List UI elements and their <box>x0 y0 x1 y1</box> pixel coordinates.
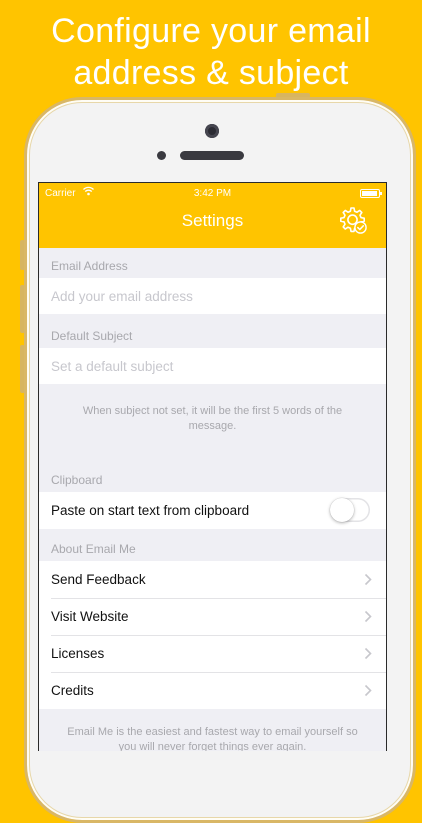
send-feedback-row[interactable]: Send Feedback <box>39 561 386 598</box>
toggle-knob <box>330 498 354 522</box>
headline-line-2: address & subject <box>73 54 349 92</box>
about-section-header: About Email Me <box>51 542 136 556</box>
send-feedback-label: Send Feedback <box>51 572 146 587</box>
page-title: Settings <box>181 211 244 230</box>
settings-content: Email Address Add your email address Def… <box>39 248 386 751</box>
licenses-row[interactable]: Licenses <box>39 635 386 672</box>
email-section-header: Email Address <box>51 259 128 273</box>
subject-field[interactable]: Set a default subject <box>39 348 386 384</box>
clipboard-section-header: Clipboard <box>51 473 103 487</box>
chevron-right-icon <box>364 610 372 623</box>
front-camera <box>205 124 219 138</box>
visit-website-label: Visit Website <box>51 609 129 624</box>
earpiece-speaker <box>180 151 244 160</box>
status-time: 3:42 PM <box>193 188 232 199</box>
chevron-right-icon <box>364 647 372 660</box>
credits-label: Credits <box>51 683 94 698</box>
visit-website-row[interactable]: Visit Website <box>39 598 386 635</box>
status-bar: Carrier 3:42 PM <box>39 183 386 203</box>
headline-line-1: Configure your email <box>51 12 371 50</box>
clipboard-toggle-row: Paste on start text from clipboard <box>39 492 386 529</box>
subject-placeholder: Set a default subject <box>51 358 174 374</box>
email-placeholder: Add your email address <box>51 288 193 304</box>
promo-headline: Configure your email address & subject <box>0 10 422 94</box>
battery-icon <box>360 189 382 198</box>
subject-section-header: Default Subject <box>51 329 133 343</box>
phone-screen: Carrier 3:42 PM Settings Email Address A… <box>38 182 387 751</box>
gear-check-icon[interactable] <box>338 205 368 235</box>
email-field[interactable]: Add your email address <box>39 278 386 314</box>
subject-footer-note: When subject not set, it will be the fir… <box>82 405 343 432</box>
proximity-sensor <box>157 151 166 160</box>
licenses-label: Licenses <box>51 646 105 661</box>
about-footer-note: Email Me is the easiest and fastest way … <box>67 726 358 751</box>
clipboard-toggle-switch[interactable] <box>330 498 370 522</box>
navigation-bar: Settings <box>39 203 386 248</box>
chevron-right-icon <box>364 684 372 697</box>
clipboard-toggle-label: Paste on start text from clipboard <box>51 503 250 518</box>
chevron-right-icon <box>364 573 372 586</box>
credits-row[interactable]: Credits <box>39 672 386 709</box>
